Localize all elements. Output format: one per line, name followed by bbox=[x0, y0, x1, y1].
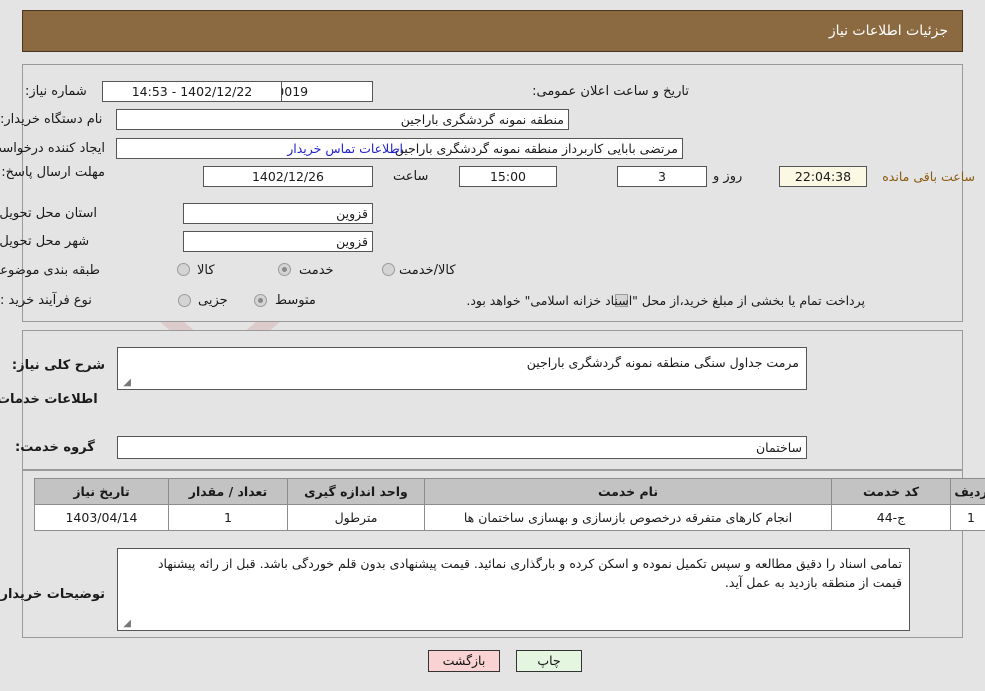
th-service-name: نام خدمت bbox=[424, 478, 832, 505]
cell-need-date: 1403/04/14 bbox=[34, 504, 169, 531]
province-value: قزوین bbox=[183, 203, 373, 224]
category-label: طبقه بندی موضوعی: bbox=[0, 263, 101, 278]
purchase-type-label: نوع فرآیند خرید : bbox=[0, 293, 92, 308]
th-radif: ردیف bbox=[950, 478, 985, 505]
th-service-code: کد خدمت bbox=[831, 478, 951, 505]
print-button[interactable]: چاپ bbox=[516, 650, 582, 672]
radio-category-kala-label: کالا bbox=[197, 263, 215, 278]
deadline-date-value: 1402/12/26 bbox=[203, 166, 373, 187]
table-row: 1 ج-44 انجام کارهای متفرقه درخصوص بازساز… bbox=[34, 504, 985, 531]
buyer-notes-label: توضیحات خریدار: bbox=[0, 587, 105, 602]
cell-radif: 1 bbox=[950, 504, 985, 531]
public-announce-value: 14:53 - 1402/12/22 bbox=[102, 81, 282, 102]
requester-label: ایجاد کننده درخواست: bbox=[0, 141, 105, 156]
th-quantity: تعداد / مقدار bbox=[168, 478, 288, 505]
resize-grip-icon[interactable]: ◢ bbox=[121, 378, 131, 388]
cell-quantity: 1 bbox=[168, 504, 288, 531]
hour-label: ساعت bbox=[393, 169, 429, 184]
service-items-table: ردیف کد خدمت نام خدمت واحد اندازه گیری ت… bbox=[34, 478, 985, 531]
buyer-notes-value: تمامی اسناد را دقیق مطالعه و سپس تکمیل ن… bbox=[157, 556, 902, 591]
remaining-label: ساعت باقی مانده bbox=[882, 169, 975, 184]
public-announce-label: تاریخ و ساعت اعلان عمومی: bbox=[532, 84, 689, 99]
radio-category-kala[interactable] bbox=[177, 263, 190, 276]
cell-service-name: انجام کارهای متفرقه درخصوص بازسازی و بهس… bbox=[424, 504, 832, 531]
days-and-label: روز و bbox=[713, 169, 743, 184]
buyer-org-label: نام دستگاه خریدار: bbox=[0, 112, 103, 127]
city-label: شهر محل تحویل: bbox=[0, 234, 90, 249]
treasury-bond-note: پرداخت تمام یا بخشی از مبلغ خرید،از محل … bbox=[466, 293, 865, 308]
general-desc-value: مرمت جداول سنگی منطقه نمونه گردشگری بارا… bbox=[526, 355, 799, 370]
service-group-value: ساختمان bbox=[117, 436, 807, 459]
hour-value: 15:00 bbox=[459, 166, 557, 187]
radio-category-khedmat-label: خدمت bbox=[299, 263, 334, 278]
province-label: استان محل تحویل: bbox=[0, 206, 97, 221]
radio-category-kala-khedmat[interactable] bbox=[382, 263, 395, 276]
general-desc-label: شرح کلی نیاز: bbox=[11, 358, 105, 373]
buyer-notes-textarea[interactable]: تمامی اسناد را دقیق مطالعه و سپس تکمیل ن… bbox=[117, 548, 910, 631]
page-title: جزئیات اطلاعات نیاز bbox=[828, 23, 948, 39]
radio-category-kala-khedmat-label: کالا/خدمت bbox=[399, 263, 456, 278]
need-number-label: شماره نیاز: bbox=[25, 84, 87, 99]
deadline-label: مهلت ارسال پاسخ: تا تاریخ: bbox=[0, 165, 105, 180]
buyer-contact-link[interactable]: اطلاعات تماس خریدار bbox=[287, 141, 403, 156]
general-desc-textarea[interactable]: مرمت جداول سنگی منطقه نمونه گردشگری بارا… bbox=[117, 347, 807, 390]
city-value: قزوین bbox=[183, 231, 373, 252]
radio-purchase-jozi-label: جزیی bbox=[198, 293, 228, 308]
radio-purchase-motavaset[interactable] bbox=[254, 294, 267, 307]
resize-grip-icon-2[interactable]: ◢ bbox=[121, 619, 131, 629]
need-info-panel bbox=[22, 64, 963, 322]
radio-category-khedmat[interactable] bbox=[278, 263, 291, 276]
service-group-label: گروه خدمت: bbox=[15, 440, 95, 455]
countdown-value: 22:04:38 bbox=[779, 166, 867, 187]
th-need-date: تاریخ نیاز bbox=[34, 478, 169, 505]
cell-unit: مترطول bbox=[287, 504, 425, 531]
page-title-bar: جزئیات اطلاعات نیاز bbox=[22, 10, 963, 52]
radio-purchase-motavaset-label: متوسط bbox=[275, 293, 316, 308]
buyer-org-value: منطقه نمونه گردشگری باراجین bbox=[116, 109, 569, 130]
radio-purchase-jozi[interactable] bbox=[178, 294, 191, 307]
cell-service-code: ج-44 bbox=[831, 504, 951, 531]
days-value: 3 bbox=[617, 166, 707, 187]
services-heading: اطلاعات خدمات مورد نیاز bbox=[0, 392, 98, 407]
back-button[interactable]: بازگشت bbox=[428, 650, 500, 672]
table-header-row: ردیف کد خدمت نام خدمت واحد اندازه گیری ت… bbox=[34, 478, 985, 505]
th-unit: واحد اندازه گیری bbox=[287, 478, 425, 505]
